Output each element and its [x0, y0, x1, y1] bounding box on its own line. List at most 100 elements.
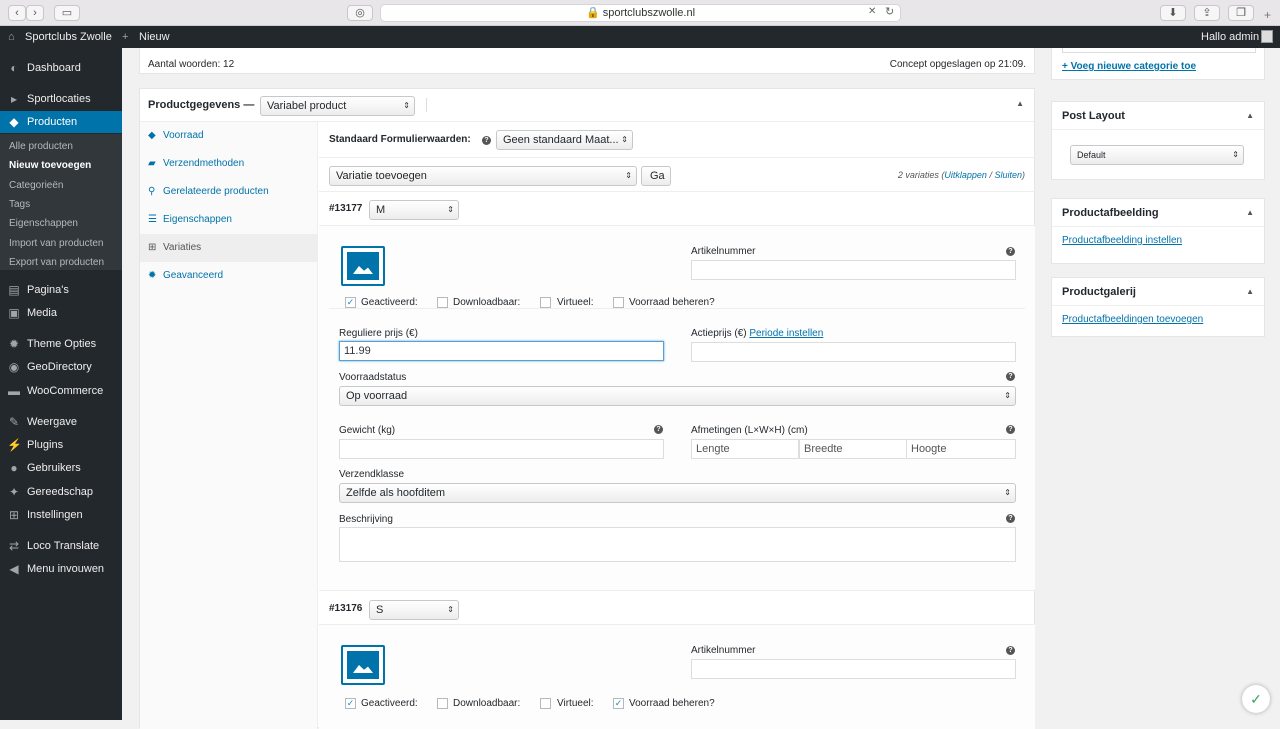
variation-image-icon[interactable]	[341, 246, 385, 286]
sku-input[interactable]	[691, 260, 1016, 280]
add-category-link[interactable]: + Voeg nieuwe categorie toe	[1062, 61, 1196, 72]
layout-select[interactable]: Default ⇕	[1070, 145, 1244, 165]
forward-icon[interactable]: ›	[26, 5, 44, 21]
sidebar-item[interactable]: ✹ Theme Opties	[0, 333, 122, 355]
home-icon[interactable]: ⌂	[8, 26, 15, 48]
add-variation-select[interactable]: Variatie toevoegen ⇕	[329, 166, 637, 186]
expand-link[interactable]: Uitklappen	[944, 170, 987, 180]
variation-size-select[interactable]: S ⇕	[369, 600, 459, 620]
submenu-item[interactable]: Export van producten	[9, 256, 104, 270]
sidebar-item[interactable]: ⚡ Plugins	[0, 434, 122, 456]
sidebar-item[interactable]: ✦ Gereedschap	[0, 481, 122, 503]
product-image-header[interactable]: Productafbeelding ▲	[1052, 199, 1264, 227]
virtual-checkbox[interactable]	[540, 698, 551, 709]
help-icon[interactable]: ?	[482, 136, 491, 145]
product-tab[interactable]: ◆ Voorraad	[140, 122, 318, 150]
description-textarea[interactable]	[339, 527, 1016, 562]
share-icon[interactable]: ⇪	[1194, 5, 1220, 21]
weight-input[interactable]	[339, 439, 664, 459]
downloadable-checkbox[interactable]	[437, 297, 448, 308]
greeting[interactable]: Hallo admin	[1201, 26, 1259, 48]
submenu-item[interactable]: Tags	[9, 198, 30, 212]
sidebar-item[interactable]: ▤ Pagina's	[0, 279, 122, 301]
add-gallery-link[interactable]: Productafbeeldingen toevoegen	[1062, 314, 1203, 325]
regular-price-input[interactable]: 11.99	[339, 341, 664, 361]
sidebar-item[interactable]: ▬ WooCommerce	[0, 380, 122, 402]
sidebar-item[interactable]: ◆ Producten	[0, 111, 122, 133]
submenu-item[interactable]: Nieuw toevoegen	[9, 159, 91, 173]
shipping-class-select[interactable]: Zelfde als hoofditem ⇕	[339, 483, 1016, 503]
sidebar-item[interactable]: ⇄ Loco Translate	[0, 535, 122, 557]
url-text: sportclubszwolle.nl	[602, 7, 696, 19]
product-tab[interactable]: ⊞ Variaties	[140, 234, 318, 262]
reload-icon[interactable]: ↻	[885, 5, 894, 18]
caret-up-icon[interactable]: ▲	[1246, 278, 1254, 306]
height-input[interactable]: Hoogte	[906, 439, 1016, 459]
download-icon[interactable]: ⬇	[1160, 5, 1186, 21]
help-icon[interactable]: ?	[1006, 514, 1015, 523]
help-icon[interactable]: ?	[1006, 372, 1015, 381]
help-icon[interactable]: ?	[1006, 247, 1015, 256]
sidebar-item[interactable]: ▸ Sportlocaties	[0, 88, 122, 110]
submenu-item[interactable]: Alle producten	[9, 140, 73, 154]
back-icon[interactable]: ‹	[8, 5, 26, 21]
stock-status-select[interactable]: Op voorraad ⇕	[339, 386, 1016, 406]
address-bar[interactable]: 🔒 sportclubszwolle.nl	[380, 4, 901, 22]
sku-input[interactable]	[691, 659, 1016, 679]
sidebar-item[interactable]: ◉ GeoDirectory	[0, 356, 122, 378]
downloadable-checkbox[interactable]	[437, 698, 448, 709]
manage-stock-checkbox[interactable]	[613, 297, 624, 308]
default-size-select[interactable]: Geen standaard Maat... ⇕	[496, 130, 633, 150]
caret-up-icon[interactable]: ▲	[1246, 199, 1254, 227]
product-tab[interactable]: ⚲ Gerelateerde producten	[140, 178, 318, 206]
plus-icon[interactable]: +	[122, 26, 128, 48]
length-input[interactable]: Lengte	[691, 439, 799, 459]
sale-price-input[interactable]	[691, 342, 1016, 362]
enabled-checkbox[interactable]: ✓	[345, 297, 356, 308]
sidebar-item[interactable]: ✎ Weergave	[0, 411, 122, 433]
submenu-item[interactable]: Categorieën	[9, 179, 63, 193]
site-name[interactable]: Sportclubs Zwolle	[25, 26, 112, 48]
sidebar-item[interactable]: ● Gebruikers	[0, 457, 122, 479]
product-tab[interactable]: ▰ Verzendmethoden	[140, 150, 318, 178]
product-tab-label: Verzendmethoden	[163, 158, 245, 169]
post-layout-header[interactable]: Post Layout ▲	[1052, 102, 1264, 130]
mute-icon[interactable]: ✕	[868, 6, 876, 17]
variation-size-select[interactable]: M ⇕	[369, 200, 459, 220]
width-input[interactable]: Breedte	[799, 439, 907, 459]
collapse-caret-icon[interactable]: ▲	[1016, 99, 1024, 108]
collapse-link[interactable]: Sluiten	[994, 170, 1022, 180]
sidebar-item[interactable]: ⊞ Instellingen	[0, 504, 122, 526]
manage-stock-checkbox[interactable]: ✓	[613, 698, 624, 709]
product-tab[interactable]: ☰ Eigenschappen	[140, 206, 318, 234]
sidebar-toggle-icon[interactable]: ▭	[54, 5, 80, 21]
product-type-select[interactable]: Variabel product ⇕	[260, 96, 415, 116]
new-tab-icon[interactable]: +	[1264, 8, 1271, 22]
variation-image-icon[interactable]	[341, 645, 385, 685]
shield-icon[interactable]: ✓	[1242, 685, 1270, 713]
set-image-link[interactable]: Productafbeelding instellen	[1062, 235, 1182, 246]
go-button[interactable]: Ga	[641, 166, 671, 186]
caret-up-icon[interactable]: ▲	[1246, 102, 1254, 130]
schedule-link[interactable]: Periode instellen	[749, 328, 823, 339]
help-icon[interactable]: ?	[654, 425, 663, 434]
virtual-checkbox[interactable]	[540, 297, 551, 308]
new-link[interactable]: Nieuw	[139, 26, 170, 48]
variation-header[interactable]: #13177 M ⇕	[319, 192, 1035, 226]
enabled-checkbox[interactable]: ✓	[345, 698, 356, 709]
help-icon[interactable]: ?	[1006, 646, 1015, 655]
product-gallery-header[interactable]: Productgalerij ▲	[1052, 278, 1264, 306]
variation-header[interactable]: #13176 S ⇕	[319, 591, 1035, 625]
stock-status-value: Op voorraad	[346, 390, 408, 402]
select-arrows-icon: ⇕	[621, 135, 628, 144]
tabs-icon[interactable]: ❐	[1228, 5, 1254, 21]
submenu-item[interactable]: Import van producten	[9, 237, 104, 251]
privacy-icon[interactable]: ◎	[347, 5, 373, 21]
product-tab[interactable]: ✹ Geavanceerd	[140, 262, 318, 290]
help-icon[interactable]: ?	[1006, 425, 1015, 434]
sidebar-item[interactable]: ◐ Dashboard	[0, 57, 122, 79]
sidebar-item[interactable]: ▣ Media	[0, 302, 122, 324]
avatar[interactable]	[1261, 30, 1273, 43]
submenu-item[interactable]: Eigenschappen	[9, 217, 78, 231]
sidebar-item[interactable]: ◀ Menu invouwen	[0, 558, 122, 580]
